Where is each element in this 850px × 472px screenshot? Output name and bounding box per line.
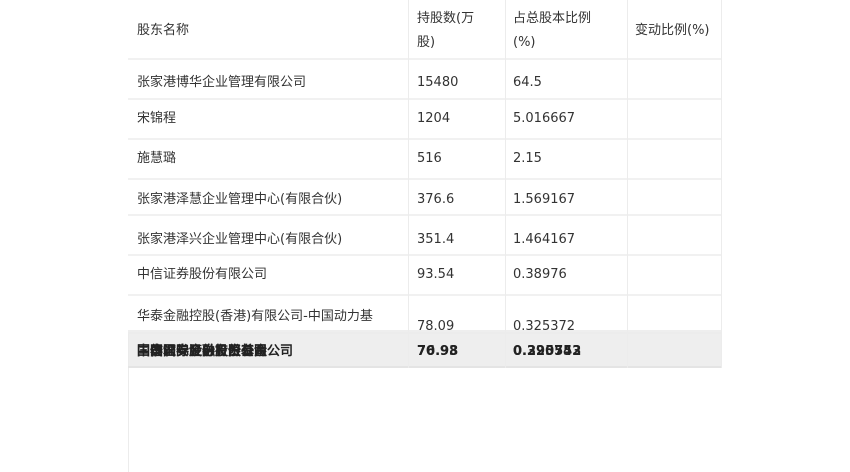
header-shares-line2: 股)	[417, 35, 436, 50]
table-header: 股东名称 持股数(万 股) 占总股本比例 (%) 变动比例(%)	[128, 0, 722, 60]
overlapped-ratio: 0.320753 0.295542	[513, 342, 625, 366]
column-divider	[408, 0, 409, 368]
overlapped-ratio-b: 0.295542	[513, 344, 582, 359]
share-ratio: 2.15	[513, 151, 542, 166]
share-ratio: 1.569167	[513, 192, 576, 207]
shareholder-name: 张家港泽慧企业管理中心(有限合伙)	[137, 192, 343, 207]
shares-count: 376.6	[417, 192, 455, 207]
shares-count: 351.4	[417, 232, 455, 247]
overlapped-shareholder-names: 国信证券股份有限公司 中国国际金融股份有限公司 国泰君安证券投资基金	[137, 342, 407, 366]
header-ratio-line2: (%)	[513, 35, 536, 50]
header-change: 变动比例(%)	[635, 23, 710, 38]
table-row: 张家港泽兴企业管理中心(有限合伙) 351.4 1.464167	[128, 216, 722, 256]
shares-count: 93.54	[417, 267, 455, 282]
shareholder-name: 张家港博华企业管理有限公司	[137, 75, 307, 90]
header-shares: 持股数(万 股)	[417, 7, 505, 58]
shareholder-name: 中信证券股份有限公司	[137, 267, 268, 282]
shareholder-name: 宋锦程	[137, 111, 177, 126]
overlapped-shares: 76.98 70.93	[417, 342, 505, 366]
overlapped-shares-b: 70.93	[417, 344, 459, 359]
column-divider	[505, 0, 506, 368]
change-ratio	[635, 107, 721, 138]
table-row: 施慧璐 516 2.15	[128, 140, 722, 180]
header-shareholder-name: 股东名称	[137, 23, 190, 38]
shares-count: 1204	[417, 111, 451, 126]
overlapped-name-c: 国泰君安证券投资基金	[137, 344, 268, 359]
share-ratio: 1.464167	[513, 232, 576, 247]
shareholder-name: 施慧璐	[137, 151, 177, 166]
table-row: 华泰金融控股(香港)有限公司-中国动力基 78.09 0.325372	[128, 296, 722, 334]
change-ratio	[635, 188, 721, 214]
share-ratio: 0.38976	[513, 267, 567, 282]
share-ratio: 5.016667	[513, 111, 576, 126]
shares-count: 516	[417, 151, 442, 166]
change-ratio	[635, 71, 721, 98]
shareholder-name: 张家港泽兴企业管理中心(有限合伙)	[137, 232, 343, 247]
shareholder-name: 华泰金融控股(香港)有限公司-中国动力基	[137, 309, 373, 324]
table-row: 中信证券股份有限公司 93.54 0.38976	[128, 256, 722, 296]
header-ratio: 占总股本比例 (%)	[513, 7, 625, 58]
column-divider	[627, 0, 628, 368]
table-row: 张家港博华企业管理有限公司 15480 64.5	[128, 60, 722, 100]
change-ratio	[635, 228, 721, 254]
column-divider	[721, 0, 722, 368]
change-ratio	[635, 263, 721, 294]
overlapping-table-rows: 国信证券股份有限公司 中国国际金融股份有限公司 国泰君安证券投资基金 76.98…	[128, 330, 722, 368]
shares-count: 15480	[417, 75, 459, 90]
share-ratio: 64.5	[513, 75, 542, 90]
change-ratio	[635, 147, 721, 178]
header-ratio-line1: 占总股本比例	[513, 11, 592, 26]
table-row: 张家港泽慧企业管理中心(有限合伙) 376.6 1.569167	[128, 180, 722, 216]
table-row: 宋锦程 1204 5.016667	[128, 100, 722, 140]
header-shares-line1: 持股数(万	[417, 11, 475, 26]
